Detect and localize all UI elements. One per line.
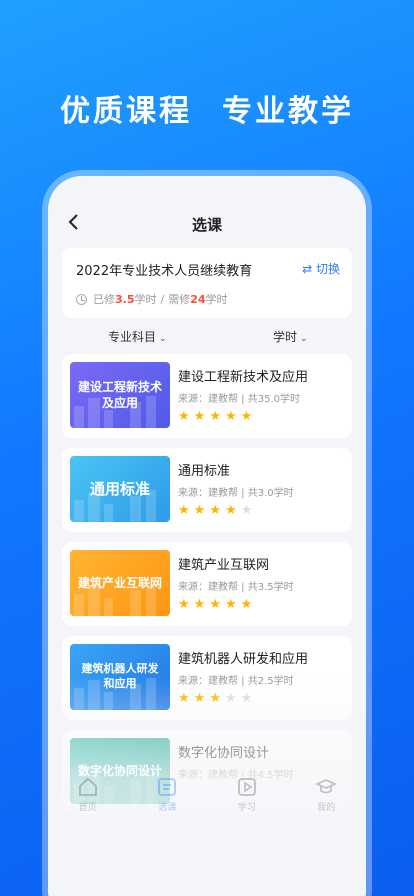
rating-stars: ★ ★ ★ ★ ★: [178, 598, 252, 612]
phone-frame: 选课 2022年专业技术人员继续教育 ⇄ 切换 已修 3.5 学时 / 需修 2…: [42, 170, 372, 896]
progress-separator: /: [160, 292, 165, 306]
star-filled-icon: ★: [209, 409, 221, 424]
star-filled-icon: ★: [178, 409, 190, 424]
swap-icon: ⇄: [302, 262, 313, 276]
star-empty-icon: ★: [224, 691, 237, 706]
app-screen: 选课 2022年专业技术人员继续教育 ⇄ 切换 已修 3.5 学时 / 需修 2…: [48, 176, 366, 896]
course-card[interactable]: 建设工程新技术 及应用 建设工程新技术及应用 来源：建教帮 | 共35.0学时 ★…: [62, 354, 352, 438]
clock-icon: [76, 293, 87, 305]
switch-label: 切换: [315, 262, 340, 276]
need-hours: 24: [190, 292, 206, 306]
course-meta: 来源：建教帮 | 共35.0学时: [178, 394, 300, 405]
star-filled-icon: ★: [193, 503, 206, 518]
filter-major-dropdown[interactable]: 专业科目 ⌄: [108, 328, 167, 345]
tab-study[interactable]: 学习: [217, 776, 277, 826]
course-thumbnail: 建筑产业互联网: [70, 550, 170, 616]
done-prefix: 已修: [93, 293, 115, 306]
thumb-line1: 数字化协同设计: [77, 763, 162, 778]
star-filled-icon: ★: [209, 503, 221, 518]
course-meta: 来源：建教帮 | 共2.5学时: [178, 676, 294, 687]
star-filled-icon: ★: [178, 503, 190, 518]
star-filled-icon: ★: [240, 409, 253, 424]
star-filled-icon: ★: [240, 597, 253, 612]
course-title: 建筑产业互联网: [178, 558, 270, 573]
course-thumbnail: 建设工程新技术 及应用: [70, 362, 170, 428]
course-thumbnail: 通用标准: [70, 456, 170, 522]
play-icon: [237, 778, 256, 796]
switch-program-button[interactable]: ⇄ 切换: [302, 260, 340, 277]
star-filled-icon: ★: [193, 597, 206, 612]
done-unit: 学时: [134, 293, 157, 306]
filter-bar: 专业科目 ⌄ 学时 ⌄: [48, 328, 366, 348]
course-title: 建筑机器人研发和应用: [178, 652, 309, 667]
thumb-line2: 和应用: [103, 677, 137, 690]
page-title: 选课: [191, 216, 222, 234]
tab-profile[interactable]: 我的: [296, 776, 356, 826]
thumb-line1: 建设工程新技术: [77, 379, 162, 394]
graduation-cap-icon: [315, 779, 338, 794]
star-filled-icon: ★: [224, 597, 237, 612]
rating-stars: ★ ★ ★ ★ ★: [178, 410, 252, 424]
done-hours: 3.5: [115, 292, 135, 306]
star-filled-icon: ★: [178, 691, 190, 706]
star-filled-icon: ★: [193, 409, 206, 424]
star-empty-icon: ★: [240, 691, 253, 706]
tab-courses-label: 选课: [158, 803, 177, 813]
course-thumbnail: 建筑机器人研发 和应用: [70, 644, 170, 710]
star-filled-icon: ★: [209, 597, 221, 612]
thumb-line1: 通用标准: [89, 479, 150, 498]
course-card[interactable]: 通用标准 通用标准 来源：建教帮 | 共3.0学时 ★ ★ ★ ★ ★: [62, 448, 352, 532]
tab-courses[interactable]: 选课: [137, 776, 197, 826]
filter-hours-label: 学时: [273, 330, 298, 344]
thumb-line1: 建筑机器人研发: [81, 662, 159, 676]
chevron-down-icon: ⌄: [300, 334, 308, 344]
star-empty-icon: ★: [240, 503, 253, 518]
tab-home-label: 首页: [78, 803, 97, 813]
star-filled-icon: ★: [178, 597, 190, 612]
star-filled-icon: ★: [224, 503, 237, 518]
need-prefix: 需修: [168, 293, 191, 306]
course-title: 数字化协同设计: [178, 746, 270, 761]
star-filled-icon: ★: [193, 691, 206, 706]
course-meta: 来源：建教帮 | 共3.5学时: [178, 582, 294, 593]
promo-headline: 优质课程 专业教学: [0, 86, 414, 130]
course-card[interactable]: 建筑产业互联网 建筑产业互联网 来源：建教帮 | 共3.5学时 ★ ★ ★ ★ ★: [62, 542, 352, 626]
star-filled-icon: ★: [209, 691, 221, 706]
tab-bar: 首页 选课 学习 我的: [48, 776, 366, 826]
rating-stars: ★ ★ ★ ★ ★: [178, 504, 252, 518]
home-icon: [78, 777, 97, 796]
need-unit: 学时: [205, 293, 228, 306]
program-card: 2022年专业技术人员继续教育 ⇄ 切换 已修 3.5 学时 / 需修 24 学…: [62, 248, 352, 318]
course-title: 建设工程新技术及应用: [178, 370, 309, 385]
course-list-icon: [158, 778, 177, 796]
promo-headline-right: 专业教学: [222, 94, 354, 129]
tab-home[interactable]: 首页: [58, 776, 118, 826]
rating-stars: ★ ★ ★ ★ ★: [178, 692, 252, 706]
tab-profile-label: 我的: [317, 803, 336, 813]
tab-study-label: 学习: [237, 803, 256, 813]
course-meta: 来源：建教帮 | 共3.0学时: [178, 488, 294, 499]
course-title: 通用标准: [178, 464, 231, 479]
filter-major-label: 专业科目: [108, 330, 157, 344]
thumb-line1: 建筑产业互联网: [77, 575, 162, 590]
promo-headline-left: 优质课程: [60, 94, 192, 129]
course-card[interactable]: 建筑机器人研发 和应用 建筑机器人研发和应用 来源：建教帮 | 共2.5学时 ★ ★…: [62, 636, 352, 720]
thumb-line2: 及应用: [101, 396, 138, 410]
program-name: 2022年专业技术人员继续教育: [76, 264, 253, 279]
star-filled-icon: ★: [224, 409, 237, 424]
study-progress: 已修 3.5 学时 / 需修 24 学时: [76, 291, 338, 307]
filter-hours-dropdown[interactable]: 学时 ⌄: [273, 328, 308, 345]
chevron-down-icon: ⌄: [159, 334, 167, 344]
